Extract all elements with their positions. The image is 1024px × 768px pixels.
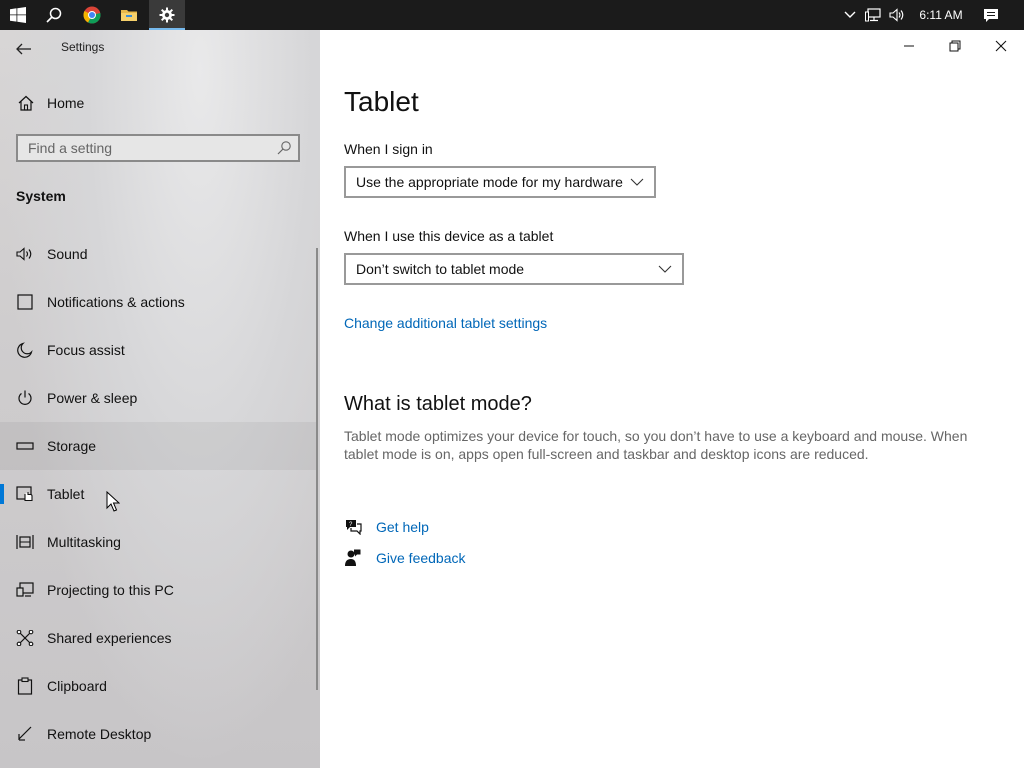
nav-item-tablet[interactable]: Tablet bbox=[0, 470, 316, 518]
nav-item-sound[interactable]: Sound bbox=[0, 230, 316, 278]
nav-item-projecting[interactable]: Projecting to this PC bbox=[0, 566, 316, 614]
nav-label: Power & sleep bbox=[47, 390, 138, 406]
nav-label: Notifications & actions bbox=[47, 294, 185, 310]
file-explorer-icon bbox=[121, 10, 137, 21]
nav-label: Storage bbox=[47, 438, 97, 454]
chevron-up-icon bbox=[844, 11, 856, 18]
nav-label: Remote Desktop bbox=[47, 726, 152, 742]
nav-item-shared-experiences[interactable]: Shared experiences bbox=[0, 614, 316, 662]
action-center-button[interactable] bbox=[978, 0, 1004, 30]
speaker-icon bbox=[14, 247, 36, 261]
moon-icon bbox=[14, 342, 36, 358]
nav-item-notifications[interactable]: Notifications & actions bbox=[0, 278, 316, 326]
volume-icon bbox=[889, 8, 904, 22]
chevron-down-icon bbox=[658, 265, 672, 273]
restore-icon bbox=[949, 40, 961, 52]
sign-in-label: When I sign in bbox=[344, 141, 433, 157]
sign-in-mode-dropdown[interactable]: Use the appropriate mode for my hardware bbox=[344, 166, 656, 198]
sidebar-scrollbar[interactable] bbox=[316, 248, 318, 690]
nav-item-remote-desktop[interactable]: Remote Desktop bbox=[0, 710, 316, 758]
show-hidden-icons-button[interactable] bbox=[840, 0, 860, 30]
settings-main-pane: Tablet When I sign in Use the appropriat… bbox=[320, 30, 1024, 768]
chrome-icon bbox=[83, 6, 101, 24]
tablet-mode-description: Tablet mode optimizes your device for to… bbox=[344, 428, 968, 462]
nav-label: Shared experiences bbox=[47, 630, 172, 646]
home-icon bbox=[16, 95, 36, 111]
clipboard-icon bbox=[14, 677, 36, 695]
nav-item-multitasking[interactable]: Multitasking bbox=[0, 518, 316, 566]
tablet-use-dropdown[interactable]: Don’t switch to tablet mode bbox=[344, 253, 684, 285]
home-nav-item[interactable]: Home bbox=[0, 88, 320, 118]
give-feedback-icon bbox=[344, 549, 362, 567]
settings-taskbar-button[interactable] bbox=[149, 0, 185, 30]
tablet-use-label: When I use this device as a tablet bbox=[344, 228, 554, 244]
nav-label: Multitasking bbox=[47, 534, 121, 550]
selection-indicator bbox=[0, 484, 4, 504]
close-button[interactable] bbox=[978, 30, 1024, 62]
sign-in-mode-value: Use the appropriate mode for my hardware bbox=[356, 174, 623, 190]
back-button[interactable] bbox=[8, 34, 40, 64]
get-help-link[interactable]: Get help bbox=[376, 519, 429, 535]
nav-label: Projecting to this PC bbox=[47, 582, 174, 598]
chrome-taskbar-button[interactable] bbox=[74, 0, 110, 30]
projecting-icon bbox=[14, 582, 36, 598]
taskbar: 6:11 AM bbox=[0, 0, 1024, 30]
shared-experiences-icon bbox=[14, 630, 36, 646]
find-setting-search[interactable] bbox=[16, 134, 300, 162]
get-help-icon: ? bbox=[344, 518, 362, 536]
network-icon bbox=[865, 8, 881, 22]
power-icon bbox=[14, 390, 36, 406]
nav-label: Focus assist bbox=[47, 342, 125, 358]
nav-item-power-sleep[interactable]: Power & sleep bbox=[0, 374, 316, 422]
start-button[interactable] bbox=[0, 0, 36, 30]
what-is-tablet-mode-heading: What is tablet mode? bbox=[344, 393, 532, 415]
tablet-icon bbox=[14, 486, 36, 502]
minimize-button[interactable] bbox=[886, 30, 932, 62]
nav-label: Tablet bbox=[47, 486, 85, 502]
nav-item-focus-assist[interactable]: Focus assist bbox=[0, 326, 316, 374]
storage-icon bbox=[14, 442, 36, 450]
close-icon bbox=[995, 40, 1007, 52]
mouse-cursor-icon bbox=[106, 491, 120, 512]
windows-logo-icon bbox=[10, 7, 26, 23]
volume-tray-button[interactable] bbox=[886, 0, 908, 30]
settings-gear-icon bbox=[159, 7, 175, 23]
change-additional-tablet-settings-link[interactable]: Change additional tablet settings bbox=[344, 315, 547, 331]
network-tray-button[interactable] bbox=[862, 0, 884, 30]
section-title: System bbox=[16, 188, 66, 204]
nav-label: Sound bbox=[47, 246, 88, 262]
back-arrow-icon bbox=[16, 43, 31, 55]
taskbar-search-button[interactable] bbox=[36, 0, 72, 30]
remote-desktop-icon bbox=[14, 726, 36, 742]
search-icon bbox=[46, 7, 62, 23]
nav-label: Clipboard bbox=[47, 678, 107, 694]
tablet-use-value: Don’t switch to tablet mode bbox=[356, 261, 525, 277]
app-title: Settings bbox=[61, 40, 105, 54]
settings-sidebar: Settings Home System bbox=[0, 30, 320, 768]
action-center-icon bbox=[984, 8, 998, 22]
nav-item-clipboard[interactable]: Clipboard bbox=[0, 662, 316, 710]
file-explorer-taskbar-button[interactable] bbox=[111, 0, 147, 30]
minimize-icon bbox=[904, 45, 914, 47]
chevron-down-icon bbox=[630, 178, 644, 186]
nav-item-storage[interactable]: Storage bbox=[0, 422, 316, 470]
taskbar-clock[interactable]: 6:11 AM bbox=[912, 0, 970, 30]
multitasking-icon bbox=[14, 534, 36, 550]
page-title: Tablet bbox=[344, 86, 419, 117]
search-input[interactable] bbox=[18, 136, 288, 160]
restore-button[interactable] bbox=[932, 30, 978, 62]
home-label: Home bbox=[47, 95, 85, 111]
search-icon bbox=[277, 141, 291, 155]
notifications-icon bbox=[14, 294, 36, 310]
give-feedback-link[interactable]: Give feedback bbox=[376, 550, 466, 566]
